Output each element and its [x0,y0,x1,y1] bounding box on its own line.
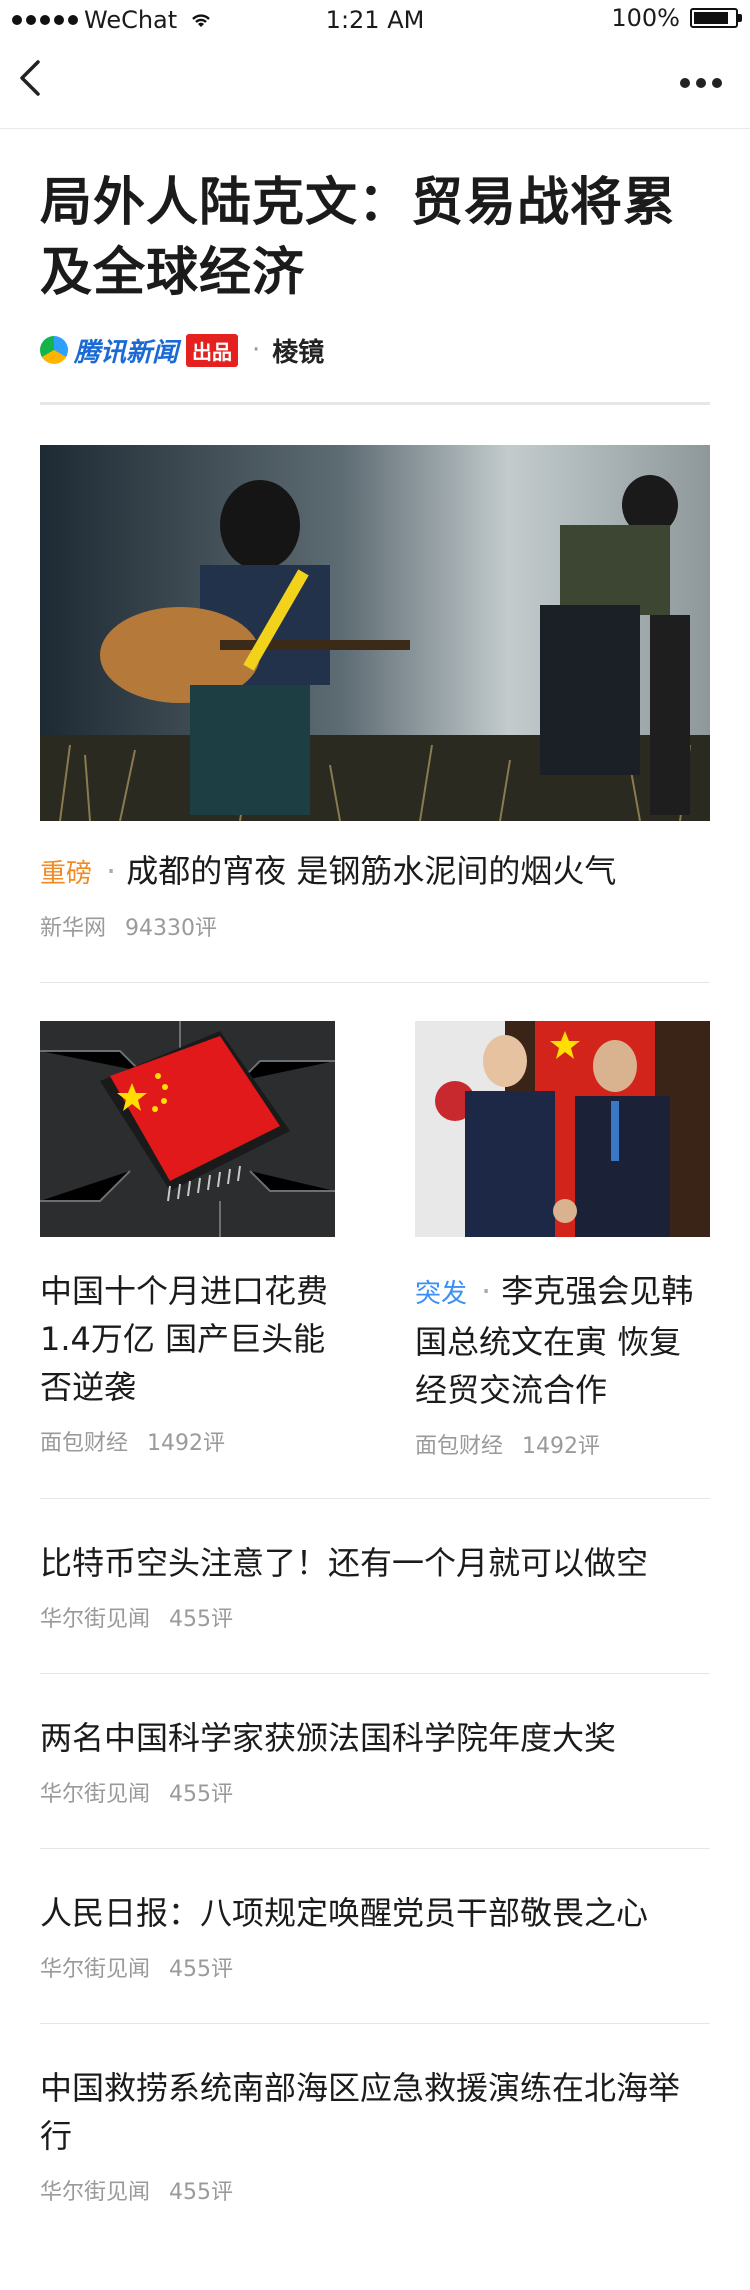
comment-count: 455评 [169,2180,234,2205]
list-title: 比特币空头注意了！还有一个月就可以做空 [40,1544,649,1582]
channel-name[interactable]: 棱镜 [272,332,324,369]
article-title: 局外人陆克文：贸易战将累及全球经济 [40,173,677,303]
comment-count: 1492评 [147,1431,226,1456]
comment-count: 94330评 [125,916,218,941]
separator-dot: · [106,852,117,890]
comment-count: 455评 [169,1782,234,1807]
battery-icon [690,8,742,28]
hero-photo [40,445,710,821]
story-card[interactable]: 中国十个月进口花费1.4万亿 国产巨头能否逆袭 面包财经 1492评 [40,1021,335,1460]
list-meta: 华尔街见闻 455评 [40,2174,710,2246]
comment-count: 455评 [169,1607,234,1632]
source-name: 华尔街见闻 [40,1957,151,1982]
article-source: 腾讯新闻 出品 · 棱镜 [40,332,710,368]
list-title: 人民日报：八项规定唤醒党员干部敬畏之心 [40,1894,649,1932]
hero-story[interactable]: 重磅 · 成都的宵夜 是钢筋水泥间的烟火气 新华网 94330评 [40,445,710,982]
list-item[interactable]: 两名中国科学家获颁法国科学院年度大奖 华尔街见闻 455评 [40,1674,710,1849]
source-name: 面包财经 [40,1431,129,1456]
list-meta: 华尔街见闻 455评 [40,1776,710,1848]
list-title: 中国救捞系统南部海区应急救援演练在北海举行 [40,2069,681,2155]
comment-count: 455评 [169,1957,234,1982]
separator-dot: · [481,1272,492,1310]
section-divider [40,982,710,983]
chip-image[interactable] [40,1021,335,1237]
list-title: 两名中国科学家获颁法国科学院年度大奖 [40,1719,617,1757]
more-dot-icon [680,78,690,88]
news-list: 比特币空头注意了！还有一个月就可以做空 华尔街见闻 455评 两名中国科学家获颁… [40,1499,710,2246]
list-meta: 华尔街见闻 455评 [40,1601,710,1673]
chevron-left-icon [20,60,40,96]
list-item[interactable]: 比特币空头注意了！还有一个月就可以做空 华尔街见闻 455评 [40,1499,710,1674]
story-headline: 突发 · 李克强会见韩国总统文在寅 恢复经贸交流合作 [415,1267,710,1414]
more-dot-icon [696,78,706,88]
battery-percent: 100% [611,4,680,32]
hero-meta: 新华网 94330评 [40,910,710,982]
more-button[interactable] [680,70,726,96]
chip-photo [40,1021,335,1237]
story-meta: 面包财经 1492评 [415,1428,710,1460]
hero-image[interactable] [40,445,710,821]
source-name: 华尔街见闻 [40,2180,151,2205]
back-button[interactable] [18,58,62,110]
story-meta: 面包财经 1492评 [40,1425,335,1457]
list-item[interactable]: 中国救捞系统南部海区应急救援演练在北海举行 华尔街见闻 455评 [40,2024,710,2246]
meeting-image[interactable] [415,1021,710,1237]
source-name: 华尔街见闻 [40,1607,151,1632]
list-meta: 华尔街见闻 455评 [40,1951,710,2023]
battery-area: 100% [611,4,742,32]
source-name: 面包财经 [415,1434,504,1459]
hero-headline[interactable]: 重磅 · 成都的宵夜 是钢筋水泥间的烟火气 [40,849,710,896]
source-name: 新华网 [40,916,107,941]
navigation-bar [0,40,750,129]
source-badge: 出品 [186,333,239,367]
header-divider [40,402,710,405]
story-card[interactable]: 突发 · 李克强会见韩国总统文在寅 恢复经贸交流合作 面包财经 1492评 [415,1021,710,1460]
article-content: 局外人陆克文：贸易战将累及全球经济 腾讯新闻 出品 · 棱镜 重磅 · 成都的宵… [40,128,710,2246]
tencent-news-logo-icon [40,336,68,364]
more-dot-icon [712,78,722,88]
meeting-photo [415,1021,710,1237]
hero-title: 成都的宵夜 是钢筋水泥间的烟火气 [126,852,617,890]
source-name: 华尔街见闻 [40,1782,151,1807]
story-title: 中国十个月进口花费1.4万亿 国产巨头能否逆袭 [40,1272,329,1406]
comment-count: 1492评 [522,1434,601,1459]
two-column-stories: 中国十个月进口花费1.4万亿 国产巨头能否逆袭 面包财经 1492评 突发 · … [40,1021,710,1460]
list-item[interactable]: 人民日报：八项规定唤醒党员干部敬畏之心 华尔街见闻 455评 [40,1849,710,2024]
tag-label: 突发 [415,1279,468,1309]
status-bar: WeChat 1:21 AM 100% [0,0,750,40]
source-brand[interactable]: 腾讯新闻 [74,332,178,369]
tag-label: 重磅 [40,859,93,889]
separator-dot: · [252,335,261,365]
